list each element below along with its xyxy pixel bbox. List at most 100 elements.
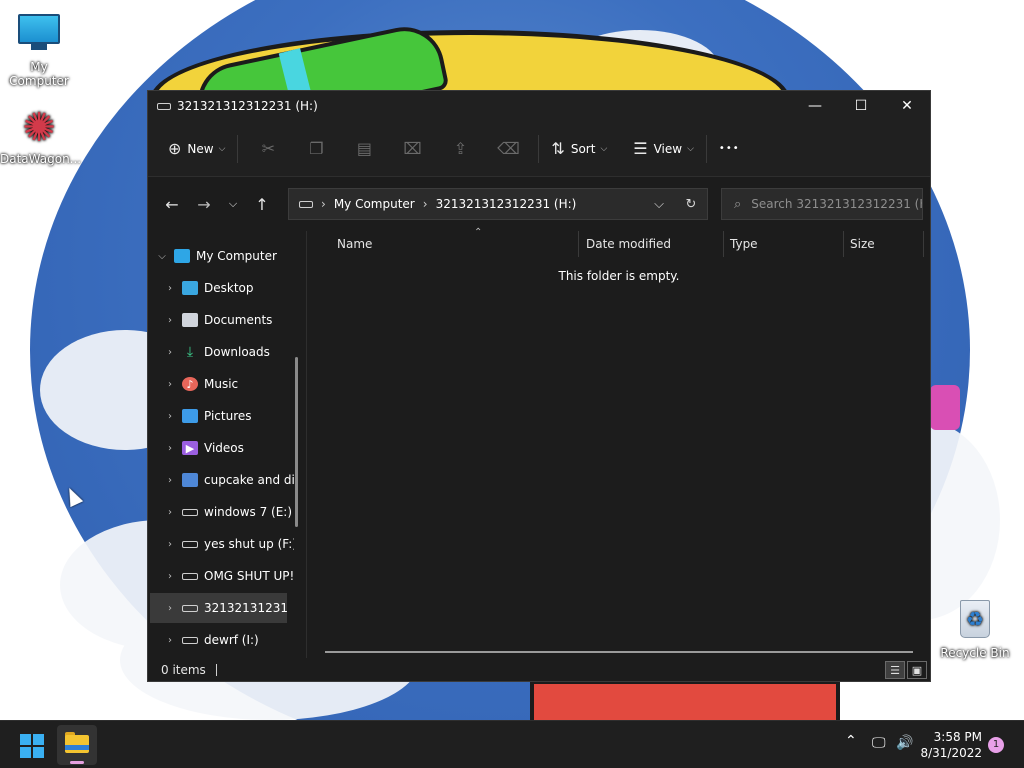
recent-locations-chevron-icon[interactable]: ⌵	[220, 188, 246, 220]
new-button[interactable]: ⊕ New ⌵	[162, 132, 231, 166]
drive-icon	[182, 540, 198, 548]
breadcrumb-my-computer[interactable]: My Computer	[334, 197, 415, 211]
taskbar: ⌃ 🖵 🔊 3:58 PM 8/31/2022 1	[0, 720, 1024, 768]
column-header-type[interactable]: Type	[724, 231, 844, 257]
desktop-icon-recycle-bin[interactable]: ♻ Recycle Bin	[936, 598, 1014, 660]
breadcrumb-chevron-icon: ›	[321, 197, 326, 211]
music-icon: ♪	[182, 377, 198, 391]
plus-circle-icon: ⊕	[168, 139, 182, 158]
nav-item-drive-e[interactable]: › windows 7 (E:)	[158, 497, 294, 527]
view-button[interactable]: ☰ View ⌵	[627, 132, 700, 166]
collapsed-chevron-icon[interactable]: ›	[158, 539, 182, 550]
minimize-button[interactable]: —	[792, 91, 838, 121]
start-button[interactable]	[20, 734, 44, 758]
volume-icon[interactable]: 🔊	[896, 735, 913, 751]
navigation-pane[interactable]: ⌵ My Computer › Desktop › Documents › ⤓ …	[148, 231, 306, 658]
search-icon: ⌕	[734, 196, 742, 212]
nav-item-cupcake-folder[interactable]: › cupcake and di	[158, 465, 294, 495]
nav-item-drive-f[interactable]: › yes shut up (F:)	[158, 529, 294, 559]
notification-badge[interactable]: 1	[988, 737, 1004, 753]
desktop-icon-my-computer[interactable]: My Computer	[0, 10, 78, 88]
desktop-icon-datawagon[interactable]: ✺ DataWagon...	[0, 106, 82, 166]
refresh-icon[interactable]: ↻	[675, 197, 707, 212]
nav-pane-scrollbar[interactable]	[295, 357, 298, 527]
new-label: New	[187, 141, 214, 156]
address-bar-row: ← → ⌵ ↑ › My Computer › 321321312312231 …	[148, 177, 930, 231]
drive-icon	[182, 572, 198, 580]
collapsed-chevron-icon[interactable]: ›	[158, 379, 182, 390]
search-box[interactable]: ⌕ Search 321321312312231 (H:)	[721, 188, 923, 220]
folder-icon	[182, 473, 198, 487]
system-clock[interactable]: 3:58 PM 8/31/2022	[918, 729, 982, 761]
horizontal-scrollbar[interactable]	[325, 651, 913, 653]
collapsed-chevron-icon[interactable]: ›	[158, 507, 182, 518]
column-header-name[interactable]: Name ⌃	[331, 227, 579, 257]
close-button[interactable]: ✕	[884, 91, 930, 121]
nav-item-videos[interactable]: › ▶ Videos	[158, 433, 294, 463]
nav-item-documents[interactable]: › Documents	[158, 305, 294, 335]
column-header-date-modified[interactable]: Date modified	[580, 231, 724, 257]
computer-icon	[17, 14, 61, 58]
desktop-icon-label: DataWagon...	[0, 152, 82, 166]
copy-icon[interactable]: ❐	[292, 132, 340, 166]
empty-folder-message: This folder is empty.	[558, 269, 680, 283]
title-bar[interactable]: 321321312312231 (H:) — ☐ ✕	[148, 91, 930, 121]
expanded-chevron-icon[interactable]: ⌵	[150, 251, 174, 262]
address-field[interactable]: › My Computer › 321321312312231 (H:) ⌵ ↻	[288, 188, 708, 220]
paste-icon[interactable]: ▤	[340, 132, 388, 166]
collapsed-chevron-icon[interactable]: ›	[158, 603, 182, 614]
status-bar: 0 items ☰ ▣	[148, 658, 930, 682]
nav-item-drive-h[interactable]: › 32132131231223	[150, 593, 287, 623]
desktop-icon-label: My Computer	[9, 60, 69, 88]
collapsed-chevron-icon[interactable]: ›	[158, 475, 182, 486]
status-divider	[215, 664, 217, 676]
file-list-pane[interactable]: Name ⌃ Date modified Type Size This fold…	[306, 227, 930, 658]
clock-date: 8/31/2022	[920, 746, 982, 760]
collapsed-chevron-icon[interactable]: ›	[158, 571, 182, 582]
share-icon[interactable]: ⇪	[436, 132, 484, 166]
view-label: View	[653, 141, 683, 156]
clock-time: 3:58 PM	[933, 730, 982, 744]
collapsed-chevron-icon[interactable]: ›	[158, 635, 182, 646]
collapsed-chevron-icon[interactable]: ›	[158, 315, 182, 326]
chevron-up-icon[interactable]: ⌃	[845, 733, 857, 749]
documents-icon	[182, 313, 198, 327]
sort-label: Sort	[570, 141, 596, 156]
collapsed-chevron-icon[interactable]: ›	[158, 411, 182, 422]
item-count: 0 items	[161, 663, 206, 677]
nav-item-my-computer[interactable]: ⌵ My Computer	[150, 241, 286, 271]
active-app-indicator	[70, 761, 84, 764]
nav-item-pictures[interactable]: › Pictures	[158, 401, 294, 431]
up-arrow-icon[interactable]: ↑	[246, 188, 278, 220]
collapsed-chevron-icon[interactable]: ›	[158, 443, 182, 454]
maximize-button[interactable]: ☐	[838, 91, 884, 121]
drive-icon	[182, 636, 198, 644]
details-view-icon[interactable]: ☰	[885, 661, 905, 679]
search-placeholder: Search 321321312312231 (H:)	[751, 197, 923, 211]
delete-icon[interactable]: ⌫	[484, 132, 532, 166]
nav-item-downloads[interactable]: › ⤓ Downloads	[158, 337, 294, 367]
wallpaper-pink-shape	[930, 385, 960, 430]
back-arrow-icon[interactable]: ←	[156, 188, 188, 220]
breadcrumb-current-drive[interactable]: 321321312312231 (H:)	[436, 197, 577, 211]
address-history-chevron-icon[interactable]: ⌵	[643, 197, 675, 212]
tiles-view-icon[interactable]: ▣	[907, 661, 927, 679]
downloads-icon: ⤓	[186, 344, 194, 360]
nav-item-desktop[interactable]: › Desktop	[158, 273, 294, 303]
more-options-button[interactable]: •••	[713, 132, 746, 166]
nav-item-music[interactable]: › ♪ Music	[158, 369, 294, 399]
column-header-size[interactable]: Size	[844, 231, 924, 257]
toolbar-divider	[237, 134, 239, 163]
nav-item-drive-g[interactable]: › OMG SHUT UP!	[158, 561, 294, 591]
sort-button[interactable]: ⇅ Sort ⌵	[545, 132, 613, 166]
nav-item-drive-i[interactable]: › dewrf (I:)	[158, 625, 294, 655]
collapsed-chevron-icon[interactable]: ›	[158, 347, 182, 358]
rename-icon[interactable]: ⌧	[388, 132, 436, 166]
cut-icon[interactable]: ✂	[244, 132, 292, 166]
desktop-icon	[182, 281, 198, 295]
network-icon[interactable]: 🖵	[872, 735, 886, 751]
taskbar-file-explorer[interactable]	[57, 725, 97, 765]
forward-arrow-icon[interactable]: →	[188, 188, 220, 220]
collapsed-chevron-icon[interactable]: ›	[158, 283, 182, 294]
chevron-down-icon: ⌵	[600, 143, 608, 154]
